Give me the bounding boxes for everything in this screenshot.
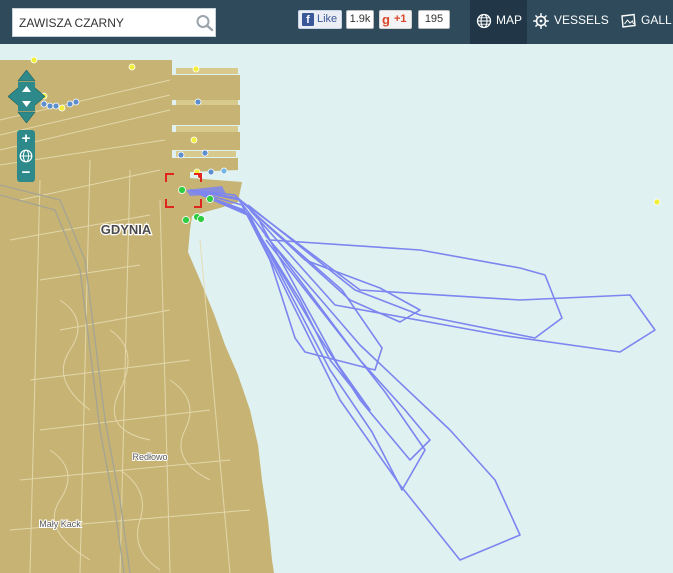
pan-up-icon (17, 70, 36, 82)
globe-icon (476, 13, 492, 29)
ship-wheel-icon (533, 13, 549, 29)
nav-vessels-label[interactable]: VESSELS (554, 13, 609, 27)
search-box[interactable] (12, 8, 216, 37)
vessel-marker (192, 65, 200, 73)
vessel-marker (182, 216, 190, 224)
search-input[interactable] (13, 9, 189, 36)
map-canvas[interactable]: GDYNIA Redłowo Mały Kack (0, 44, 673, 573)
district-label-redlowo: Redłowo (132, 452, 167, 462)
vessel-marker (72, 98, 80, 106)
top-bar: f Like 1.9k g +1 195 MAP VESSELS GALL (0, 0, 673, 44)
facebook-icon: f (302, 13, 314, 26)
vessel-marker (206, 195, 214, 203)
gallery-icon (621, 13, 636, 28)
map-graphics: GDYNIA Redłowo Mały Kack (0, 44, 673, 573)
google-plus-count: 195 (418, 10, 450, 29)
google-plus-label: +1 (394, 13, 407, 25)
vessel-marker (30, 56, 38, 64)
vessel-marker (66, 100, 74, 108)
search-icon[interactable] (195, 14, 215, 32)
nav-map-label[interactable]: MAP (496, 13, 522, 27)
facebook-like-button[interactable]: f Like (298, 10, 342, 29)
facebook-like-label: Like (317, 13, 338, 25)
pan-control[interactable] (8, 70, 45, 123)
vessel-marker (58, 104, 66, 112)
vessel-marker (190, 136, 198, 144)
vessel-marker (194, 98, 202, 106)
vessel-marker (177, 151, 185, 159)
city-label: GDYNIA (101, 222, 152, 237)
facebook-like-count: 1.9k (346, 10, 374, 29)
vessel-marker (52, 102, 60, 110)
zoom-control: + − (17, 130, 35, 182)
zoom-out-button[interactable]: − (17, 165, 35, 181)
pan-right-icon (33, 86, 45, 107)
pan-down-icon (17, 111, 36, 123)
nav-gallery-label[interactable]: GALL (641, 13, 672, 27)
vessel-marker (197, 215, 205, 223)
district-label-maly-kack: Mały Kack (39, 519, 81, 529)
vessel-marker (178, 186, 186, 194)
world-icon[interactable] (19, 149, 33, 163)
google-plus-button[interactable]: g +1 (379, 10, 412, 29)
vessel-marker (46, 102, 54, 110)
vessel-marker (220, 167, 228, 175)
vessel-marker (653, 198, 661, 206)
vessel-marker (201, 149, 209, 157)
google-plus-icon: g (382, 12, 390, 27)
vessel-marker (128, 63, 136, 71)
vessel-marker (207, 168, 215, 176)
pan-left-icon (8, 86, 20, 107)
zoom-in-button[interactable]: + (17, 131, 35, 147)
